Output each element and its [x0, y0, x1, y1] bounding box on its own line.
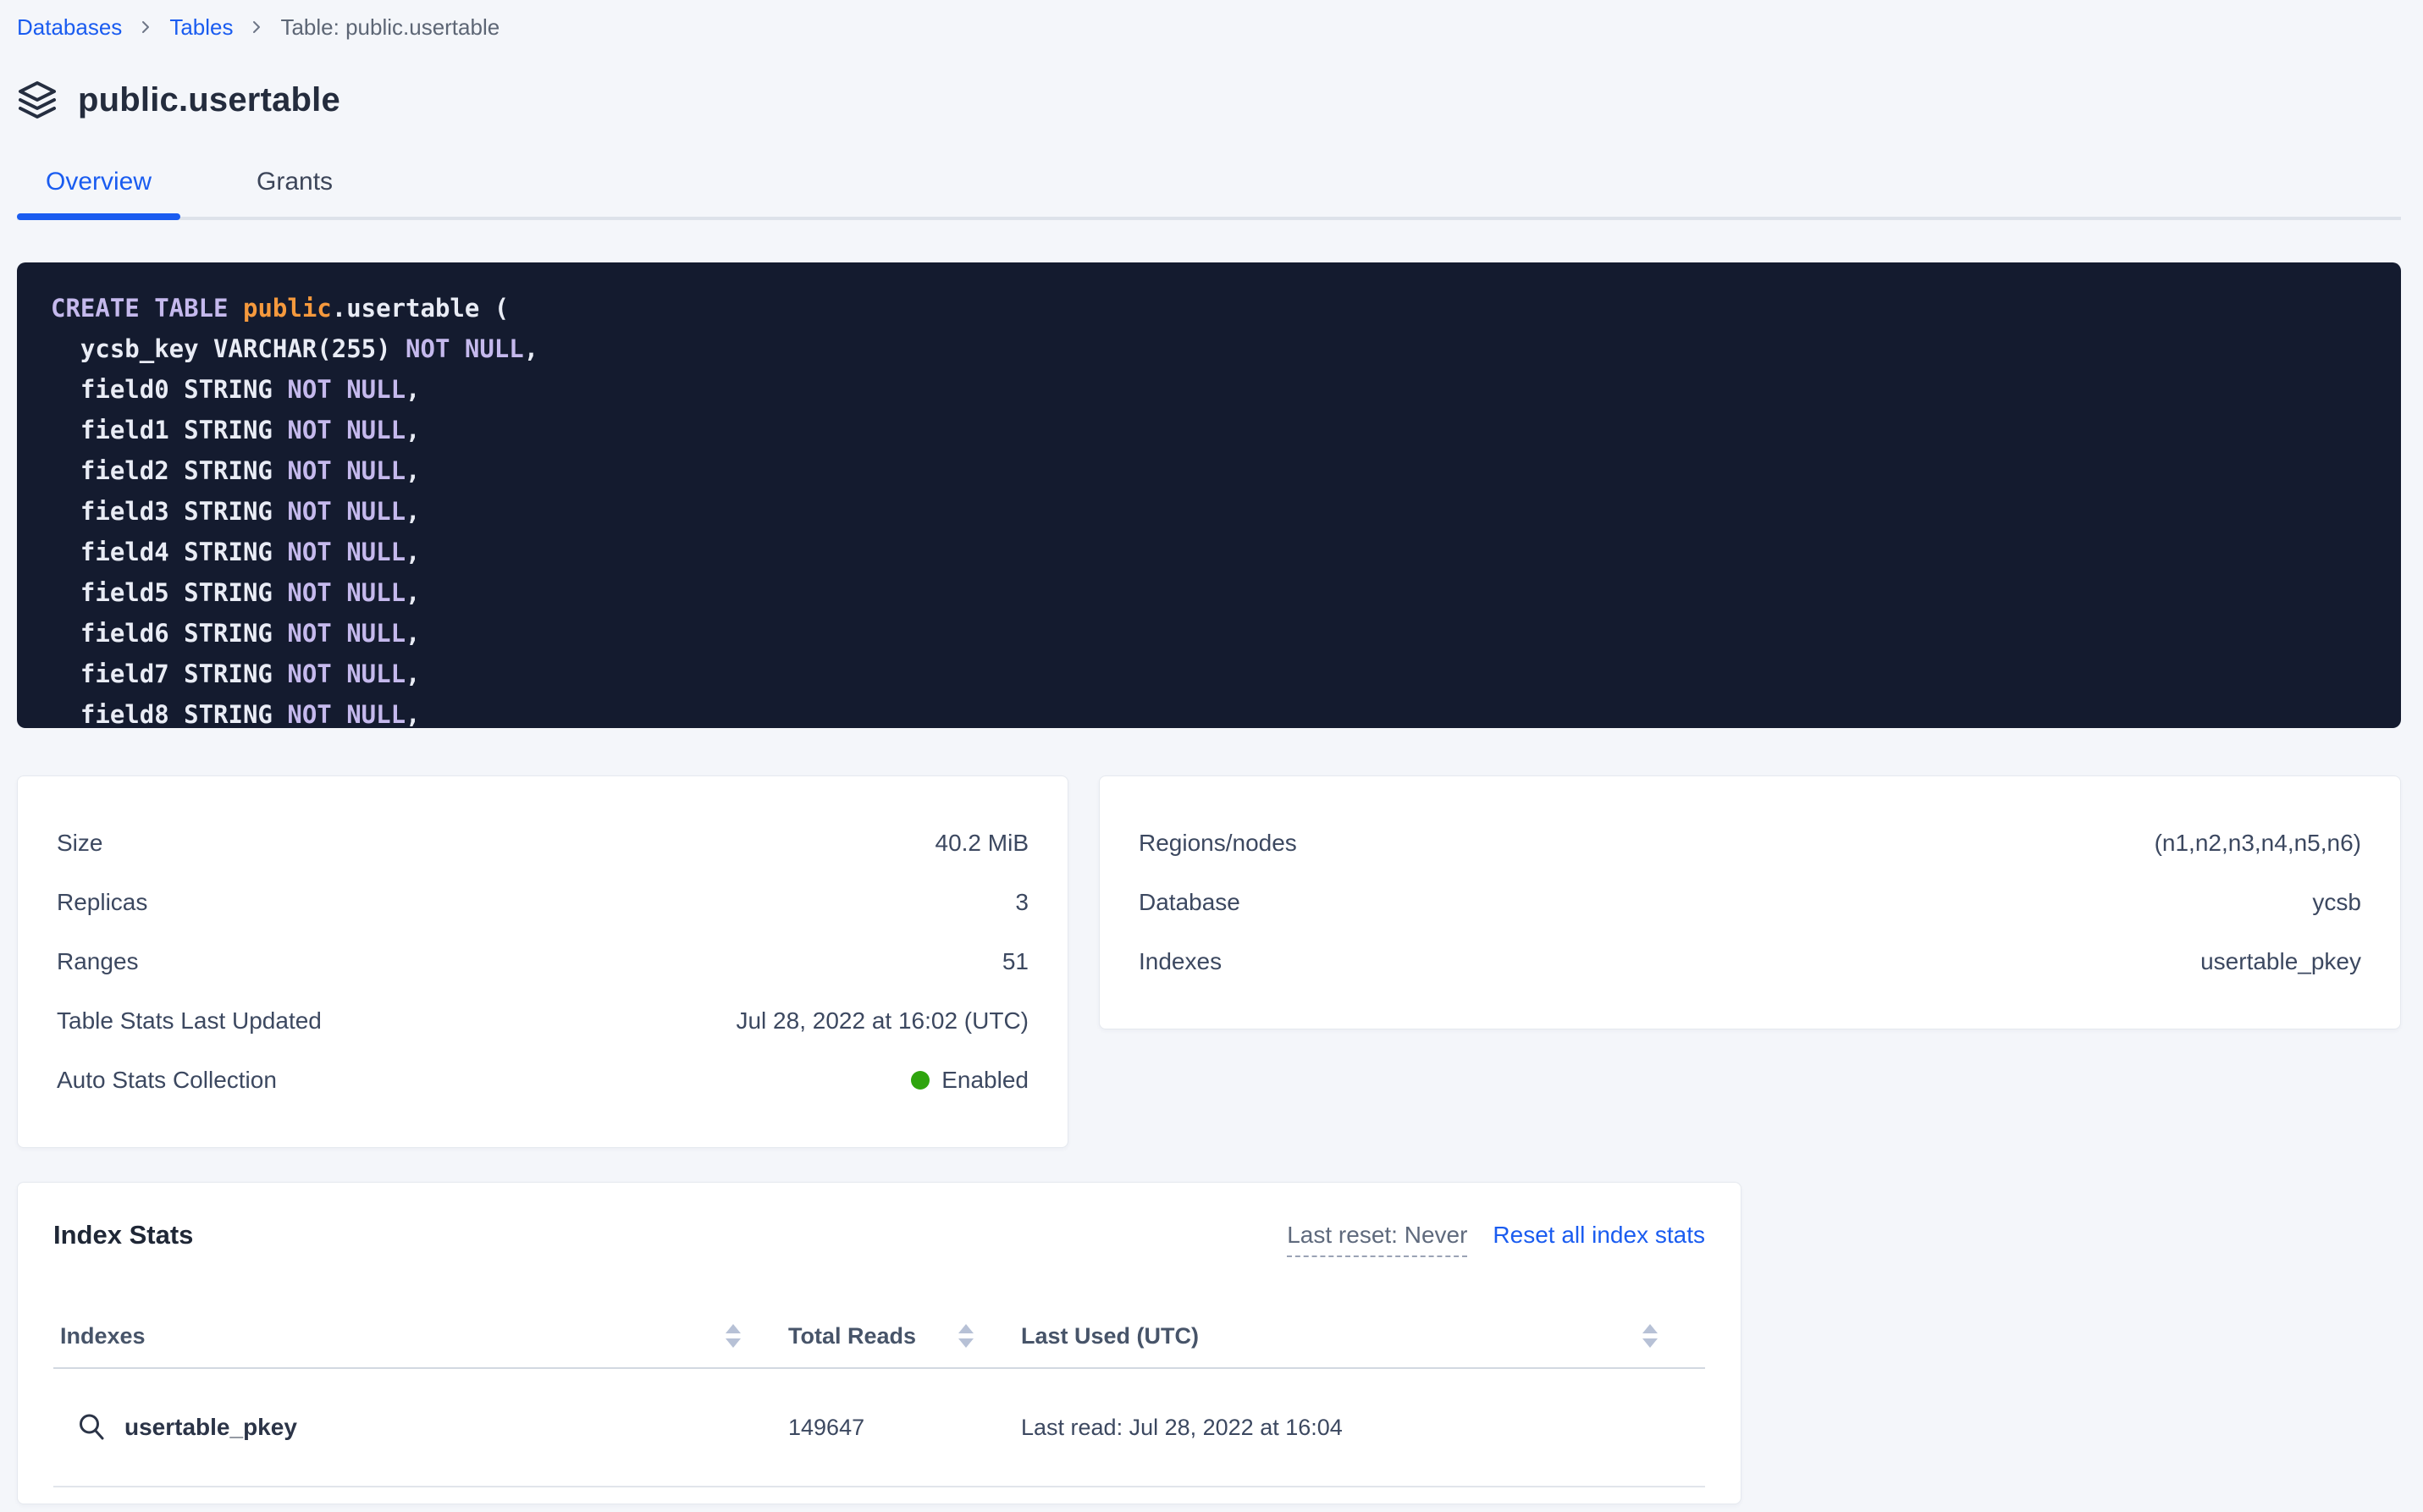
detail-value-text: (n1,n2,n3,n4,n5,n6)	[2155, 830, 2361, 857]
index-stats-table-body: usertable_pkey 149647Last read: Jul 28, 2…	[53, 1369, 1705, 1487]
detail-value-text: usertable_pkey	[2200, 948, 2361, 975]
index-stats-title: Index Stats	[53, 1220, 193, 1250]
sort-down-icon	[958, 1338, 974, 1348]
sort-down-icon	[1642, 1338, 1658, 1348]
detail-label: Indexes	[1139, 948, 1222, 975]
detail-value-text: Enabled	[941, 1067, 1029, 1094]
breadcrumb-item-databases[interactable]: Databases	[17, 14, 122, 41]
detail-row-indexes: Indexes usertable_pkey	[1139, 932, 2361, 991]
detail-value: 40.2 MiB	[936, 830, 1029, 857]
detail-value: 3	[1015, 889, 1029, 916]
create-table-sql-block: CREATE TABLE public.usertable ( ycsb_key…	[17, 262, 2401, 728]
chevron-right-icon	[248, 19, 265, 36]
sql-line-8: field6 STRING NOT NULL,	[51, 613, 2384, 654]
detail-value-text: 51	[1002, 948, 1029, 975]
index-name: usertable_pkey	[124, 1414, 297, 1441]
detail-row-database: Database ycsb	[1139, 873, 2361, 932]
detail-row-auto-stats-collection: Auto Stats Collection Enabled	[57, 1051, 1029, 1110]
sql-line-7: field5 STRING NOT NULL,	[51, 572, 2384, 613]
sort-up-icon	[1642, 1324, 1658, 1333]
detail-row-replicas: Replicas 3	[57, 873, 1029, 932]
detail-label: Ranges	[57, 948, 139, 975]
index-stats-row: usertable_pkey 149647Last read: Jul 28, 2…	[53, 1369, 1705, 1487]
tab-grants[interactable]: Grants	[228, 159, 362, 217]
detail-label: Table Stats Last Updated	[57, 1007, 322, 1035]
sql-line-4: field2 STRING NOT NULL,	[51, 450, 2384, 491]
sort-down-icon	[726, 1338, 741, 1348]
sql-line-6: field4 STRING NOT NULL,	[51, 532, 2384, 572]
index-stats-header: Index Stats Last reset: Never Reset all …	[53, 1220, 1705, 1257]
status-dot	[911, 1071, 930, 1090]
sort-arrows-icon[interactable]	[726, 1324, 741, 1348]
reset-all-index-stats-link[interactable]: Reset all index stats	[1493, 1222, 1705, 1249]
sort-up-icon	[958, 1324, 974, 1333]
detail-row-regions-nodes: Regions/nodes (n1,n2,n3,n4,n5,n6)	[1139, 814, 2361, 873]
column-header-label: Indexes	[60, 1323, 146, 1349]
tabbar: Overview Grants	[17, 159, 2401, 220]
column-header-indexes[interactable]: Indexes	[53, 1323, 788, 1349]
tab-overview[interactable]: Overview	[17, 159, 180, 217]
index-stats-table-header: Indexes Total Reads Last Used (UTC)	[53, 1305, 1705, 1369]
last-used-cell: Last read: Jul 28, 2022 at 16:04	[1021, 1415, 1705, 1441]
detail-label: Replicas	[57, 889, 147, 916]
detail-value: Jul 28, 2022 at 16:02 (UTC)	[736, 1007, 1029, 1035]
sort-arrows-icon[interactable]	[1642, 1324, 1658, 1348]
sql-line-2: field0 STRING NOT NULL,	[51, 369, 2384, 410]
magnifier-icon	[77, 1413, 106, 1442]
index-stats-card: Index Stats Last reset: Never Reset all …	[17, 1182, 1741, 1504]
table-details-card: Size 40.2 MiB Replicas 3 Ranges 51 Table Stats…	[17, 775, 1068, 1148]
total-reads-cell: 149647	[788, 1415, 1021, 1441]
index-stats-reset-area: Last reset: Never Reset all index stats	[1287, 1220, 1705, 1257]
detail-label: Size	[57, 830, 102, 857]
column-header-label: Total Reads	[788, 1323, 916, 1349]
sort-arrows-icon[interactable]	[958, 1324, 974, 1348]
sql-line-1: ycsb_key VARCHAR(255) NOT NULL,	[51, 328, 2384, 369]
index-name-cell: usertable_pkey	[53, 1413, 788, 1442]
detail-row-table-stats-last-updated: Table Stats Last Updated Jul 28, 2022 at …	[57, 991, 1029, 1051]
page-title-row: public.usertable	[17, 78, 2401, 122]
breadcrumb-item-table-public-usertable: Table: public.usertable	[280, 14, 500, 41]
sort-up-icon	[726, 1324, 741, 1333]
detail-value-text: 40.2 MiB	[936, 830, 1029, 857]
column-header-label: Last Used (UTC)	[1021, 1323, 1199, 1349]
detail-label: Auto Stats Collection	[57, 1067, 277, 1094]
detail-value: Enabled	[911, 1067, 1029, 1094]
column-header-total-reads[interactable]: Total Reads	[788, 1323, 1021, 1349]
detail-row-ranges: Ranges 51	[57, 932, 1029, 991]
table-detail-page: Databases Tables Table: public.usertable p…	[0, 0, 2423, 1504]
detail-value: usertable_pkey	[2200, 948, 2361, 975]
stack-icon	[17, 80, 58, 120]
placement-details-card: Regions/nodes (n1,n2,n3,n4,n5,n6) Database…	[1099, 775, 2401, 1029]
sql-line-10: field8 STRING NOT NULL,	[51, 694, 2384, 728]
sql-line-0: CREATE TABLE public.usertable (	[51, 288, 2384, 328]
detail-value-text: 3	[1015, 889, 1029, 916]
detail-label: Database	[1139, 889, 1240, 916]
chevron-right-icon	[137, 19, 154, 36]
last-reset-label: Last reset: Never	[1287, 1222, 1467, 1257]
detail-cards-row: Size 40.2 MiB Replicas 3 Ranges 51 Table Stats…	[17, 775, 2401, 1148]
breadcrumb-item-tables[interactable]: Tables	[169, 14, 233, 41]
sql-line-3: field1 STRING NOT NULL,	[51, 410, 2384, 450]
detail-value: 51	[1002, 948, 1029, 975]
page-title: public.usertable	[78, 81, 340, 119]
detail-value-text: Jul 28, 2022 at 16:02 (UTC)	[736, 1007, 1029, 1035]
breadcrumb: Databases Tables Table: public.usertable	[17, 12, 2401, 42]
column-header-last-used-utc-[interactable]: Last Used (UTC)	[1021, 1323, 1705, 1349]
detail-value: ycsb	[2312, 889, 2361, 916]
detail-row-size: Size 40.2 MiB	[57, 814, 1029, 873]
detail-value: (n1,n2,n3,n4,n5,n6)	[2155, 830, 2361, 857]
detail-label: Regions/nodes	[1139, 830, 1297, 857]
sql-line-9: field7 STRING NOT NULL,	[51, 654, 2384, 694]
detail-value-text: ycsb	[2312, 889, 2361, 916]
sql-line-5: field3 STRING NOT NULL,	[51, 491, 2384, 532]
